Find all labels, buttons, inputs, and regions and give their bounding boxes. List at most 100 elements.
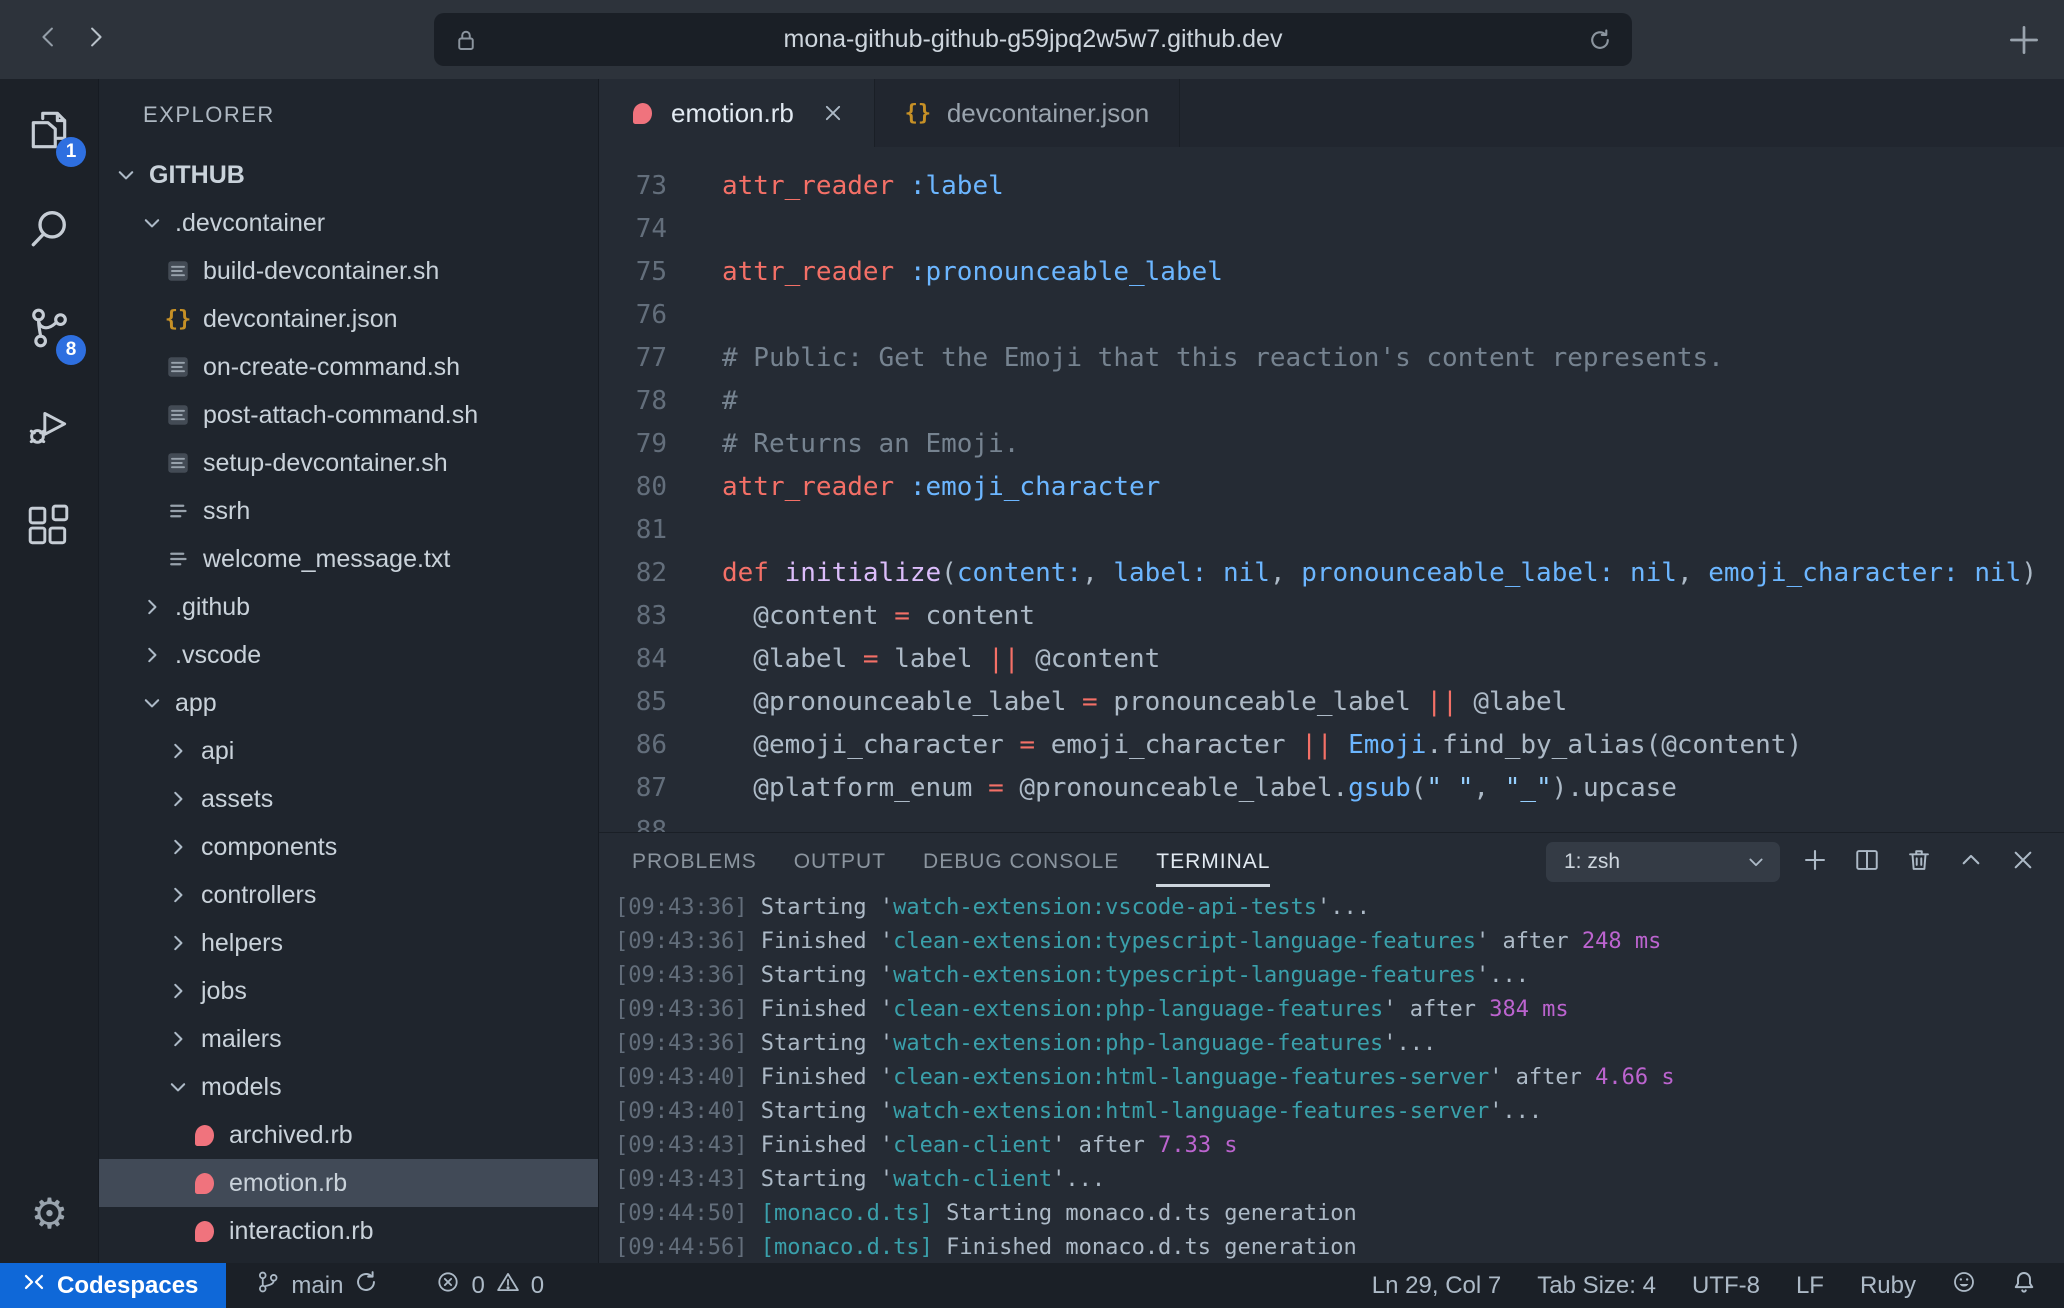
terminal-line: [09:43:43] Finished 'clean-client' after…: [615, 1129, 2064, 1163]
notifications-button[interactable]: [1994, 1263, 2054, 1308]
forward-button[interactable]: [82, 26, 110, 54]
code-line: 86 @emoji_character = emoji_character ||…: [599, 724, 2064, 767]
activity-bar: 1 8 ⚙: [0, 79, 99, 1263]
tab-size-indicator[interactable]: Tab Size: 4: [1519, 1263, 1674, 1308]
code-text: @content = content: [667, 595, 1035, 638]
eol-indicator[interactable]: LF: [1778, 1263, 1842, 1308]
chevron-right-icon: [165, 978, 191, 1004]
maximize-panel-button[interactable]: [1954, 845, 1988, 879]
tree-item-helpers[interactable]: helpers: [99, 919, 598, 967]
code-line: 81: [599, 509, 2064, 552]
tree-item--github[interactable]: .github: [99, 583, 598, 631]
tree-item-label: emotion.rb: [229, 1169, 347, 1198]
tree-item-label: devcontainer.json: [203, 305, 398, 334]
trash-icon: [1906, 847, 1932, 878]
editor-tab-devcontainer-json[interactable]: {}devcontainer.json: [875, 79, 1180, 147]
editor-tab-emotion-rb[interactable]: emotion.rb: [599, 79, 875, 147]
tree-item-app[interactable]: app: [99, 679, 598, 727]
tree-item--devcontainer[interactable]: .devcontainer: [99, 199, 598, 247]
tree-item-label: welcome_message.txt: [203, 545, 450, 574]
kill-terminal-button[interactable]: [1902, 845, 1936, 879]
problems-indicator[interactable]: 0 0: [422, 1263, 558, 1308]
tree-item-welcome-message-txt[interactable]: welcome_message.txt: [99, 535, 598, 583]
codespaces-remote-indicator[interactable]: Codespaces: [0, 1263, 226, 1308]
tree-item-mailers[interactable]: mailers: [99, 1015, 598, 1063]
tree-item-devcontainer-json[interactable]: {} devcontainer.json: [99, 295, 598, 343]
terminal-line: [09:44:56] [monaco.d.ts] Finished monaco…: [615, 1231, 2064, 1263]
activity-search-button[interactable]: [18, 200, 80, 262]
new-tab-button[interactable]: [2006, 22, 2042, 58]
tree-item-archived-rb[interactable]: archived.rb: [99, 1111, 598, 1159]
tree-item-assets[interactable]: assets: [99, 775, 598, 823]
line-number: 81: [599, 509, 667, 552]
json-file-icon: {}: [165, 306, 191, 332]
chevron-right-icon: [165, 834, 191, 860]
tree-item-label: jobs: [201, 977, 247, 1006]
code-text: @label = label || @content: [667, 638, 1160, 681]
activity-explorer-button[interactable]: 1: [18, 101, 80, 163]
tree-item-on-create-command-sh[interactable]: on-create-command.sh: [99, 343, 598, 391]
warning-count: 0: [531, 1272, 544, 1300]
extensions-icon: [26, 503, 72, 554]
settings-button[interactable]: ⚙: [19, 1183, 81, 1245]
feedback-button[interactable]: [1934, 1263, 1994, 1308]
code-line: 82def initialize(content:, label: nil, p…: [599, 552, 2064, 595]
close-panel-button[interactable]: [2006, 845, 2040, 879]
split-terminal-button[interactable]: [1850, 845, 1884, 879]
bell-icon: [2012, 1270, 2036, 1301]
line-number: 83: [599, 595, 667, 638]
code-text: attr_reader :label: [667, 165, 1004, 208]
gear-icon: ⚙: [31, 1193, 69, 1235]
tree-item--vscode[interactable]: .vscode: [99, 631, 598, 679]
activity-source-control-button[interactable]: 8: [18, 299, 80, 361]
back-button[interactable]: [34, 26, 62, 54]
chevron-right-icon: [165, 882, 191, 908]
line-number: 77: [599, 337, 667, 380]
tab-label: devcontainer.json: [947, 98, 1149, 129]
tree-item-interaction-rb[interactable]: interaction.rb: [99, 1207, 598, 1255]
tree-item-label: archived.rb: [229, 1121, 353, 1150]
activity-run-debug-button[interactable]: [18, 398, 80, 460]
tree-item-models[interactable]: models: [99, 1063, 598, 1111]
panel-tab-debug-console[interactable]: DEBUG CONSOLE: [923, 850, 1119, 874]
tree-item-emotion-rb[interactable]: emotion.rb: [99, 1159, 598, 1207]
panel-tab-bar: PROBLEMS OUTPUT DEBUG CONSOLE TERMINAL 1: z…: [599, 833, 2064, 891]
line-number: 75: [599, 251, 667, 294]
tree-item-build-devcontainer-sh[interactable]: build-devcontainer.sh: [99, 247, 598, 295]
language-mode[interactable]: Ruby: [1842, 1263, 1934, 1308]
split-icon: [1854, 847, 1880, 878]
tree-item-label: on-create-command.sh: [203, 353, 460, 382]
refresh-button[interactable]: [1588, 28, 1612, 52]
code-editor[interactable]: 73attr_reader :label7475attr_reader :pro…: [599, 147, 2064, 832]
cursor-position[interactable]: Ln 29, Col 7: [1354, 1263, 1519, 1308]
badge-explorer: 1: [56, 137, 86, 167]
close-icon: [2010, 847, 2036, 878]
panel-tab-problems[interactable]: PROBLEMS: [632, 850, 757, 874]
tree-item-components[interactable]: components: [99, 823, 598, 871]
tab-label: emotion.rb: [671, 98, 794, 129]
tree-item-github[interactable]: GITHUB: [99, 151, 598, 199]
error-icon: [436, 1270, 460, 1301]
encoding-indicator[interactable]: UTF-8: [1674, 1263, 1778, 1308]
code-line: 80attr_reader :emoji_character: [599, 466, 2064, 509]
ruby-file-icon: [191, 1218, 217, 1244]
code-line: 79# Returns an Emoji.: [599, 423, 2064, 466]
branch-indicator[interactable]: main: [242, 1263, 392, 1308]
panel-tab-terminal[interactable]: TERMINAL: [1156, 850, 1270, 874]
tree-item-setup-devcontainer-sh[interactable]: setup-devcontainer.sh: [99, 439, 598, 487]
terminal-output[interactable]: [09:43:36] Starting 'watch-extension:vsc…: [599, 891, 2064, 1263]
close-tab-button[interactable]: [822, 102, 844, 124]
tree-item-controllers[interactable]: controllers: [99, 871, 598, 919]
panel-tab-output[interactable]: OUTPUT: [794, 850, 886, 874]
tree-item-api[interactable]: api: [99, 727, 598, 775]
terminal-selector[interactable]: 1: zsh: [1546, 842, 1780, 882]
new-terminal-button[interactable]: [1798, 845, 1832, 879]
tree-item-post-attach-command-sh[interactable]: post-attach-command.sh: [99, 391, 598, 439]
badge-source-control: 8: [56, 335, 86, 365]
tree-item-jobs[interactable]: jobs: [99, 967, 598, 1015]
address-bar[interactable]: mona-github-github-g59jpq2w5w7.github.de…: [434, 13, 1632, 66]
smiley-icon: [1952, 1270, 1976, 1301]
activity-extensions-button[interactable]: [18, 497, 80, 559]
tree-item-ssrh[interactable]: ssrh: [99, 487, 598, 535]
chevron-right-icon: [139, 642, 165, 668]
